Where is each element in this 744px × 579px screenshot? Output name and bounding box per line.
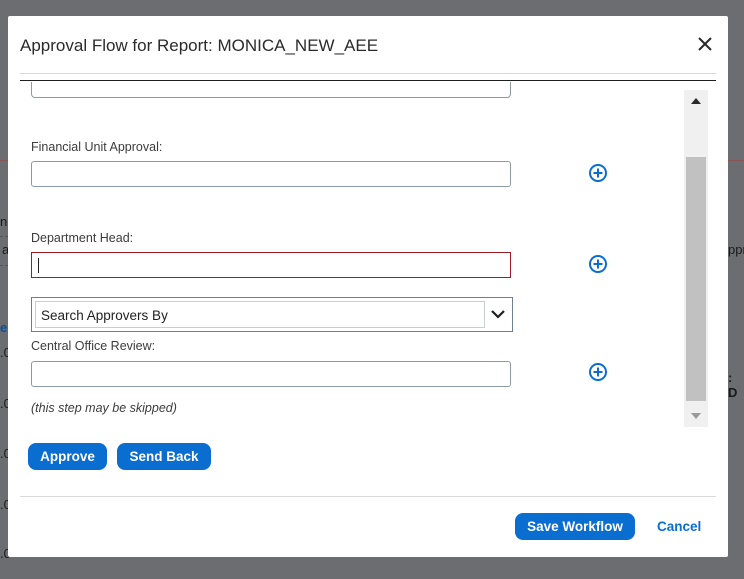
footer-divider [20, 496, 716, 497]
dropdown-toggle[interactable] [490, 306, 506, 322]
vertical-scrollbar[interactable] [684, 90, 708, 427]
add-circle-icon [589, 164, 607, 182]
skip-hint: (this step may be skipped) [31, 401, 177, 415]
search-approvers-label: Search Approvers By [41, 308, 168, 323]
bg-divider [0, 265, 8, 266]
chevron-down-icon [491, 310, 505, 319]
financial-unit-input[interactable] [31, 161, 511, 187]
financial-unit-label: Financial Unit Approval: [31, 140, 163, 154]
bg-divider [0, 236, 8, 237]
bg-fragment: n [0, 214, 8, 229]
header-divider [20, 73, 716, 74]
add-circle-icon [589, 363, 607, 381]
search-approvers-dropdown[interactable]: Search Approvers By [31, 297, 513, 332]
department-head-label: Department Head: [31, 231, 134, 245]
triangle-down-icon [691, 413, 701, 419]
department-head-input[interactable] [31, 252, 511, 278]
add-department-head-approver-button[interactable] [588, 254, 608, 274]
add-financial-unit-approver-button[interactable] [588, 163, 608, 183]
bg-fragment: e [0, 320, 8, 335]
close-icon [698, 37, 712, 51]
triangle-up-icon [691, 98, 701, 104]
save-workflow-button[interactable]: Save Workflow [515, 513, 635, 540]
scroll-thumb[interactable] [686, 157, 706, 401]
bg-fragment: : D [728, 370, 738, 400]
dialog-title: Approval Flow for Report: MONICA_NEW_AEE [20, 36, 379, 55]
central-office-input[interactable] [31, 361, 511, 387]
bg-fragment: ppr [728, 242, 744, 257]
approval-flow-dialog: Approval Flow for Report: MONICA_NEW_AEE… [8, 16, 728, 557]
header-divider [20, 80, 716, 81]
send-back-button[interactable]: Send Back [117, 443, 211, 470]
scroll-up-button[interactable] [684, 90, 708, 112]
cancel-button[interactable]: Cancel [657, 519, 701, 534]
approval-steps-scroll-area[interactable]: Financial Unit Approval: Department Head… [20, 82, 708, 428]
add-central-office-approver-button[interactable] [588, 362, 608, 382]
central-office-label: Central Office Review: [31, 339, 156, 353]
search-approvers-select[interactable]: Search Approvers By [35, 301, 485, 328]
scroll-down-button[interactable] [684, 405, 708, 427]
text-caret [38, 258, 39, 273]
previous-step-input[interactable] [31, 82, 511, 98]
add-circle-icon [589, 255, 607, 273]
bg-divider [728, 160, 744, 161]
approve-button[interactable]: Approve [28, 443, 107, 470]
close-button[interactable] [696, 35, 714, 53]
